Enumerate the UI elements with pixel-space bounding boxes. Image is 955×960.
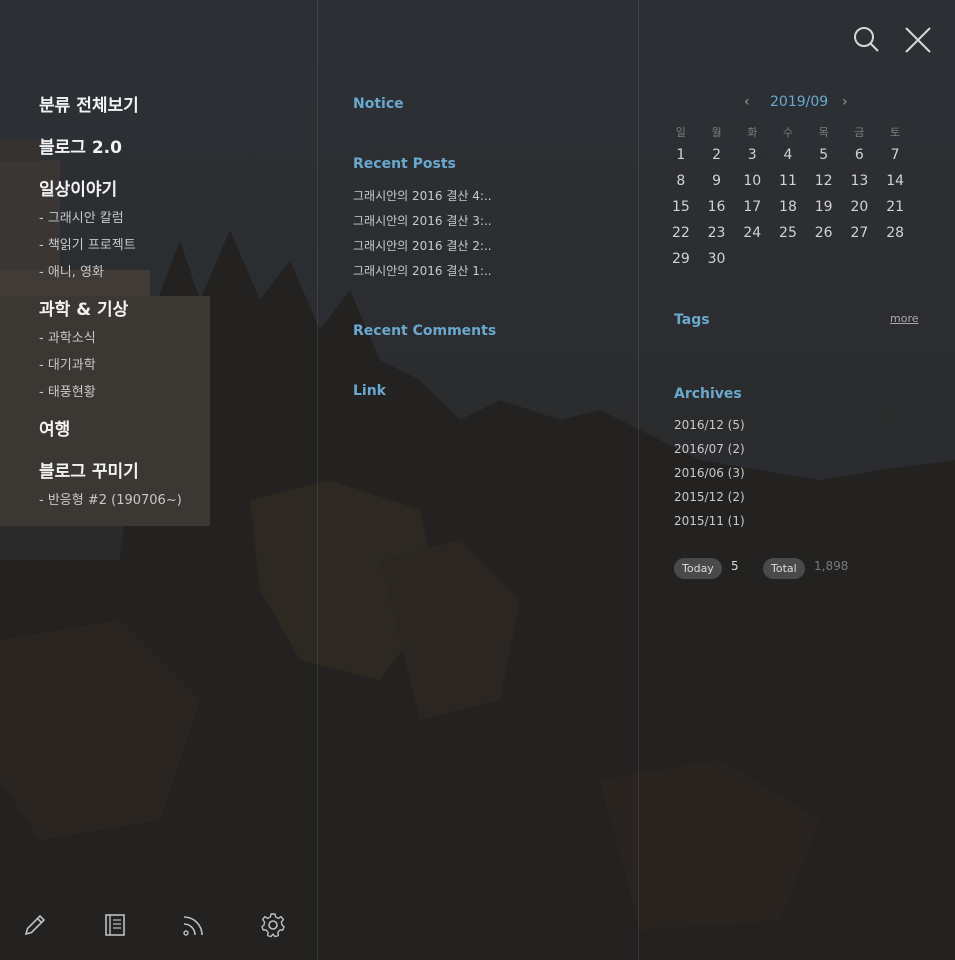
- calendar-day[interactable]: 19: [806, 194, 842, 220]
- recent-comments-title: Recent Comments: [353, 323, 497, 339]
- calendar-day[interactable]: 15: [663, 194, 699, 220]
- recent-post-link[interactable]: 그래시안의 2016 결산 4:..: [353, 187, 492, 204]
- calendar-day[interactable]: 11: [770, 168, 806, 194]
- category-list: 분류 전체보기 블로그 2.0 일상이야기 - 그래시안 칼럼 - 책읽기 프로…: [39, 94, 309, 514]
- calendar-day[interactable]: 10: [734, 168, 770, 194]
- category-science-item[interactable]: - 태풍현황: [39, 379, 309, 406]
- archive-item[interactable]: 2016/12 (5): [674, 418, 745, 432]
- calendar-weekday: 토: [890, 126, 901, 139]
- recent-post-link[interactable]: 그래시안의 2016 결산 3:..: [353, 212, 492, 229]
- calendar-day[interactable]: 24: [734, 220, 770, 246]
- calendar-weekday: 월: [711, 126, 722, 139]
- calendar-day[interactable]: 25: [770, 220, 806, 246]
- tags-more-link[interactable]: more: [890, 312, 919, 325]
- calendar-week: 22 23 24 25 26 27 28: [663, 220, 913, 246]
- calendar-day: [806, 246, 842, 272]
- calendar-week: 15 16 17 18 19 20 21: [663, 194, 913, 220]
- calendar-weekday: 화: [747, 126, 758, 139]
- calendar-day: [842, 246, 878, 272]
- category-decor-item[interactable]: - 반응형 #2 (190706~): [39, 487, 309, 514]
- calendar-day[interactable]: 7: [877, 142, 913, 168]
- calendar-day[interactable]: 14: [877, 168, 913, 194]
- category-science[interactable]: 과학 & 기상: [39, 298, 309, 322]
- archive-item[interactable]: 2015/12 (2): [674, 490, 745, 504]
- category-daily-item[interactable]: - 책읽기 프로젝트: [39, 232, 309, 259]
- close-icon[interactable]: [903, 24, 933, 54]
- category-decor[interactable]: 블로그 꾸미기: [39, 460, 309, 484]
- notice-title: Notice: [353, 96, 404, 112]
- calendar-day[interactable]: 1: [663, 142, 699, 168]
- category-all[interactable]: 분류 전체보기: [39, 94, 309, 118]
- calendar-day[interactable]: 9: [699, 168, 735, 194]
- calendar-day[interactable]: 17: [734, 194, 770, 220]
- today-badge: Today: [674, 558, 722, 579]
- calendar-day: [770, 246, 806, 272]
- category-travel[interactable]: 여행: [39, 418, 309, 442]
- calendar-day[interactable]: 12: [806, 168, 842, 194]
- rss-icon[interactable]: [181, 912, 207, 938]
- gear-icon[interactable]: [260, 912, 286, 938]
- calendar-weekday: 일: [675, 126, 686, 139]
- calendar-day[interactable]: 3: [734, 142, 770, 168]
- calendar-day[interactable]: 29: [663, 246, 699, 272]
- search-icon[interactable]: [852, 24, 882, 54]
- notebook-icon[interactable]: [102, 912, 128, 938]
- calendar-prev-button[interactable]: ‹: [744, 94, 750, 110]
- calendar-next-button[interactable]: ›: [842, 94, 848, 110]
- calendar-day: [734, 246, 770, 272]
- calendar-week: 8 9 10 11 12 13 14: [663, 168, 913, 194]
- recent-posts-title: Recent Posts: [353, 156, 456, 172]
- link-title: Link: [353, 383, 386, 399]
- calendar-day[interactable]: 8: [663, 168, 699, 194]
- category-science-item[interactable]: - 과학소식: [39, 325, 309, 352]
- today-count: 5: [731, 559, 739, 573]
- calendar-month-title: 2019/09: [770, 94, 829, 110]
- category-daily[interactable]: 일상이야기: [39, 178, 309, 202]
- calendar-day[interactable]: 2: [699, 142, 735, 168]
- total-badge: Total: [763, 558, 805, 579]
- calendar-weekday: 수: [782, 126, 794, 139]
- category-daily-item[interactable]: - 애니, 영화: [39, 259, 309, 286]
- calendar-day[interactable]: 23: [699, 220, 735, 246]
- calendar-day[interactable]: 16: [699, 194, 735, 220]
- archives-title: Archives: [674, 386, 742, 402]
- calendar-day[interactable]: 27: [842, 220, 878, 246]
- category-science-item[interactable]: - 대기과학: [39, 352, 309, 379]
- calendar-day[interactable]: 30: [699, 246, 735, 272]
- calendar-table: 일월화수목금토 1 2 3 4 5 6 7 8 9 10 11 12 13 14 15 16 17 18 19 20 2…: [663, 122, 913, 272]
- calendar-weekday: 금: [854, 126, 865, 139]
- total-count: 1,898: [814, 559, 849, 573]
- category-daily-item[interactable]: - 그래시안 칼럼: [39, 205, 309, 232]
- archive-item[interactable]: 2015/11 (1): [674, 514, 745, 528]
- calendar-day[interactable]: 18: [770, 194, 806, 220]
- recent-post-link[interactable]: 그래시안의 2016 결산 1:..: [353, 262, 492, 279]
- calendar-day[interactable]: 13: [842, 168, 878, 194]
- calendar-weekday: 목: [818, 126, 829, 139]
- calendar-header: ‹ 2019/09 ›: [742, 94, 862, 114]
- calendar-day[interactable]: 4: [770, 142, 806, 168]
- calendar-day[interactable]: 28: [877, 220, 913, 246]
- calendar-day[interactable]: 5: [806, 142, 842, 168]
- recent-post-link[interactable]: 그래시안의 2016 결산 2:..: [353, 237, 492, 254]
- calendar-day: [877, 246, 913, 272]
- pencil-icon[interactable]: [22, 912, 48, 938]
- tags-title: Tags: [674, 312, 710, 328]
- calendar-day[interactable]: 20: [842, 194, 878, 220]
- archive-item[interactable]: 2016/06 (3): [674, 466, 745, 480]
- calendar-day[interactable]: 26: [806, 220, 842, 246]
- calendar-week: 1234567: [663, 142, 913, 168]
- column-divider: [317, 0, 318, 960]
- archive-item[interactable]: 2016/07 (2): [674, 442, 745, 456]
- calendar-week: 29 30: [663, 246, 913, 272]
- column-divider: [638, 0, 639, 960]
- calendar-day[interactable]: 22: [663, 220, 699, 246]
- calendar-day[interactable]: 21: [877, 194, 913, 220]
- calendar-day[interactable]: 6: [842, 142, 878, 168]
- category-blog2[interactable]: 블로그 2.0: [39, 136, 309, 160]
